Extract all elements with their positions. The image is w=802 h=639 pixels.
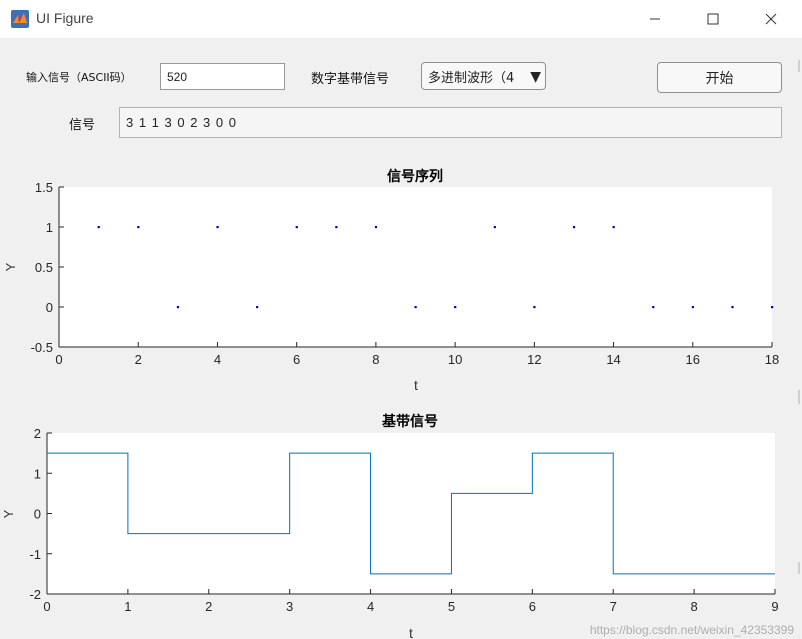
close-button[interactable] xyxy=(748,0,794,38)
x-tick-label: 3 xyxy=(286,599,293,614)
x-tick-label: 1 xyxy=(124,599,131,614)
data-point xyxy=(652,306,655,309)
data-point xyxy=(137,226,140,229)
data-point xyxy=(572,226,576,229)
matlab-icon xyxy=(11,10,29,28)
x-tick-label: 0 xyxy=(55,352,62,367)
data-point xyxy=(414,306,417,309)
y-tick-label: -1 xyxy=(29,547,41,562)
data-point xyxy=(176,306,180,309)
x-tick-label: 8 xyxy=(372,352,379,367)
x-tick-label: 4 xyxy=(367,599,374,614)
data-point xyxy=(731,306,734,309)
watermark-text: https://blog.csdn.net/weixin_42353399 xyxy=(589,623,794,637)
input-signal-label: 输入信号（ASCII码） xyxy=(26,71,132,84)
mode-label: 数字基带信号 xyxy=(311,72,390,87)
input-signal-field[interactable]: 520 xyxy=(160,63,285,90)
minimize-button[interactable] xyxy=(632,0,678,38)
chart-title: 信号序列 xyxy=(387,168,443,185)
x-tick-label: 10 xyxy=(448,352,462,367)
x-tick-label: 4 xyxy=(214,352,221,367)
x-tick-label: 7 xyxy=(610,599,617,614)
window-titlebar: UI Figure xyxy=(0,0,802,39)
maximize-icon xyxy=(707,13,719,25)
data-point xyxy=(454,306,457,309)
mode-selected-value: 多进制波形（4 xyxy=(428,70,515,86)
y-tick-label: 0 xyxy=(46,300,53,315)
y-tick-label: 1.5 xyxy=(35,180,53,195)
edge-mark xyxy=(798,60,800,72)
x-tick-label: 6 xyxy=(529,599,536,614)
x-tick-label: 2 xyxy=(135,352,142,367)
data-point xyxy=(256,306,259,309)
x-axis-label: t xyxy=(409,625,413,639)
data-point xyxy=(533,306,536,309)
baseband-signal-chart: 基带信号 0 1 2 3 4 5 6 7 8 9 -2 -1 0 1 2 t Y xyxy=(1,413,779,639)
minimize-icon xyxy=(650,18,660,20)
signal-output-field: 3 1 1 3 0 2 3 0 0 xyxy=(119,107,782,138)
y-tick-label: -2 xyxy=(29,587,41,602)
x-axis-label: t xyxy=(414,377,418,393)
data-point xyxy=(771,306,774,309)
x-tick-label: 0 xyxy=(43,599,50,614)
y-tick-label: -0.5 xyxy=(31,340,53,355)
data-point xyxy=(97,226,100,229)
y-axis-label: Y xyxy=(1,509,16,518)
start-button[interactable]: 开始 xyxy=(657,62,782,93)
window-title: UI Figure xyxy=(36,10,94,26)
plot-area xyxy=(47,433,775,594)
maximize-button[interactable] xyxy=(690,0,736,38)
x-tick-label: 5 xyxy=(448,599,455,614)
data-point xyxy=(612,226,615,229)
y-axis-label: Y xyxy=(3,262,18,271)
data-point xyxy=(374,226,378,229)
x-tick-label: 16 xyxy=(686,352,700,367)
dropdown-arrow-icon: ▼ xyxy=(530,69,541,85)
close-icon xyxy=(765,13,777,25)
y-tick-label: 0.5 xyxy=(35,260,53,275)
x-tick-label: 14 xyxy=(606,352,620,367)
x-tick-label: 12 xyxy=(527,352,541,367)
x-tick-label: 2 xyxy=(205,599,212,614)
data-point xyxy=(335,226,338,229)
x-tick-label: 9 xyxy=(771,599,778,614)
y-tick-label: 1 xyxy=(46,220,53,235)
signal-label: 信号 xyxy=(69,118,96,133)
data-point xyxy=(493,226,496,229)
data-point xyxy=(295,226,298,229)
data-point xyxy=(691,306,694,309)
data-point xyxy=(216,226,219,229)
y-tick-label: 2 xyxy=(34,426,41,441)
x-tick-label: 8 xyxy=(690,599,697,614)
mode-dropdown[interactable]: 多进制波形（4 ▼ xyxy=(421,62,546,90)
plot-area xyxy=(59,187,772,347)
chart-title: 基带信号 xyxy=(382,413,438,430)
y-tick-label: 0 xyxy=(34,507,41,522)
x-tick-label: 18 xyxy=(765,352,779,367)
signal-sequence-chart: 信号序列 0 2 4 6 8 10 12 14 16 18-0.500.511.5 t Y xyxy=(3,168,779,393)
y-tick-label: 1 xyxy=(34,466,41,481)
x-tick-label: 6 xyxy=(293,352,300,367)
